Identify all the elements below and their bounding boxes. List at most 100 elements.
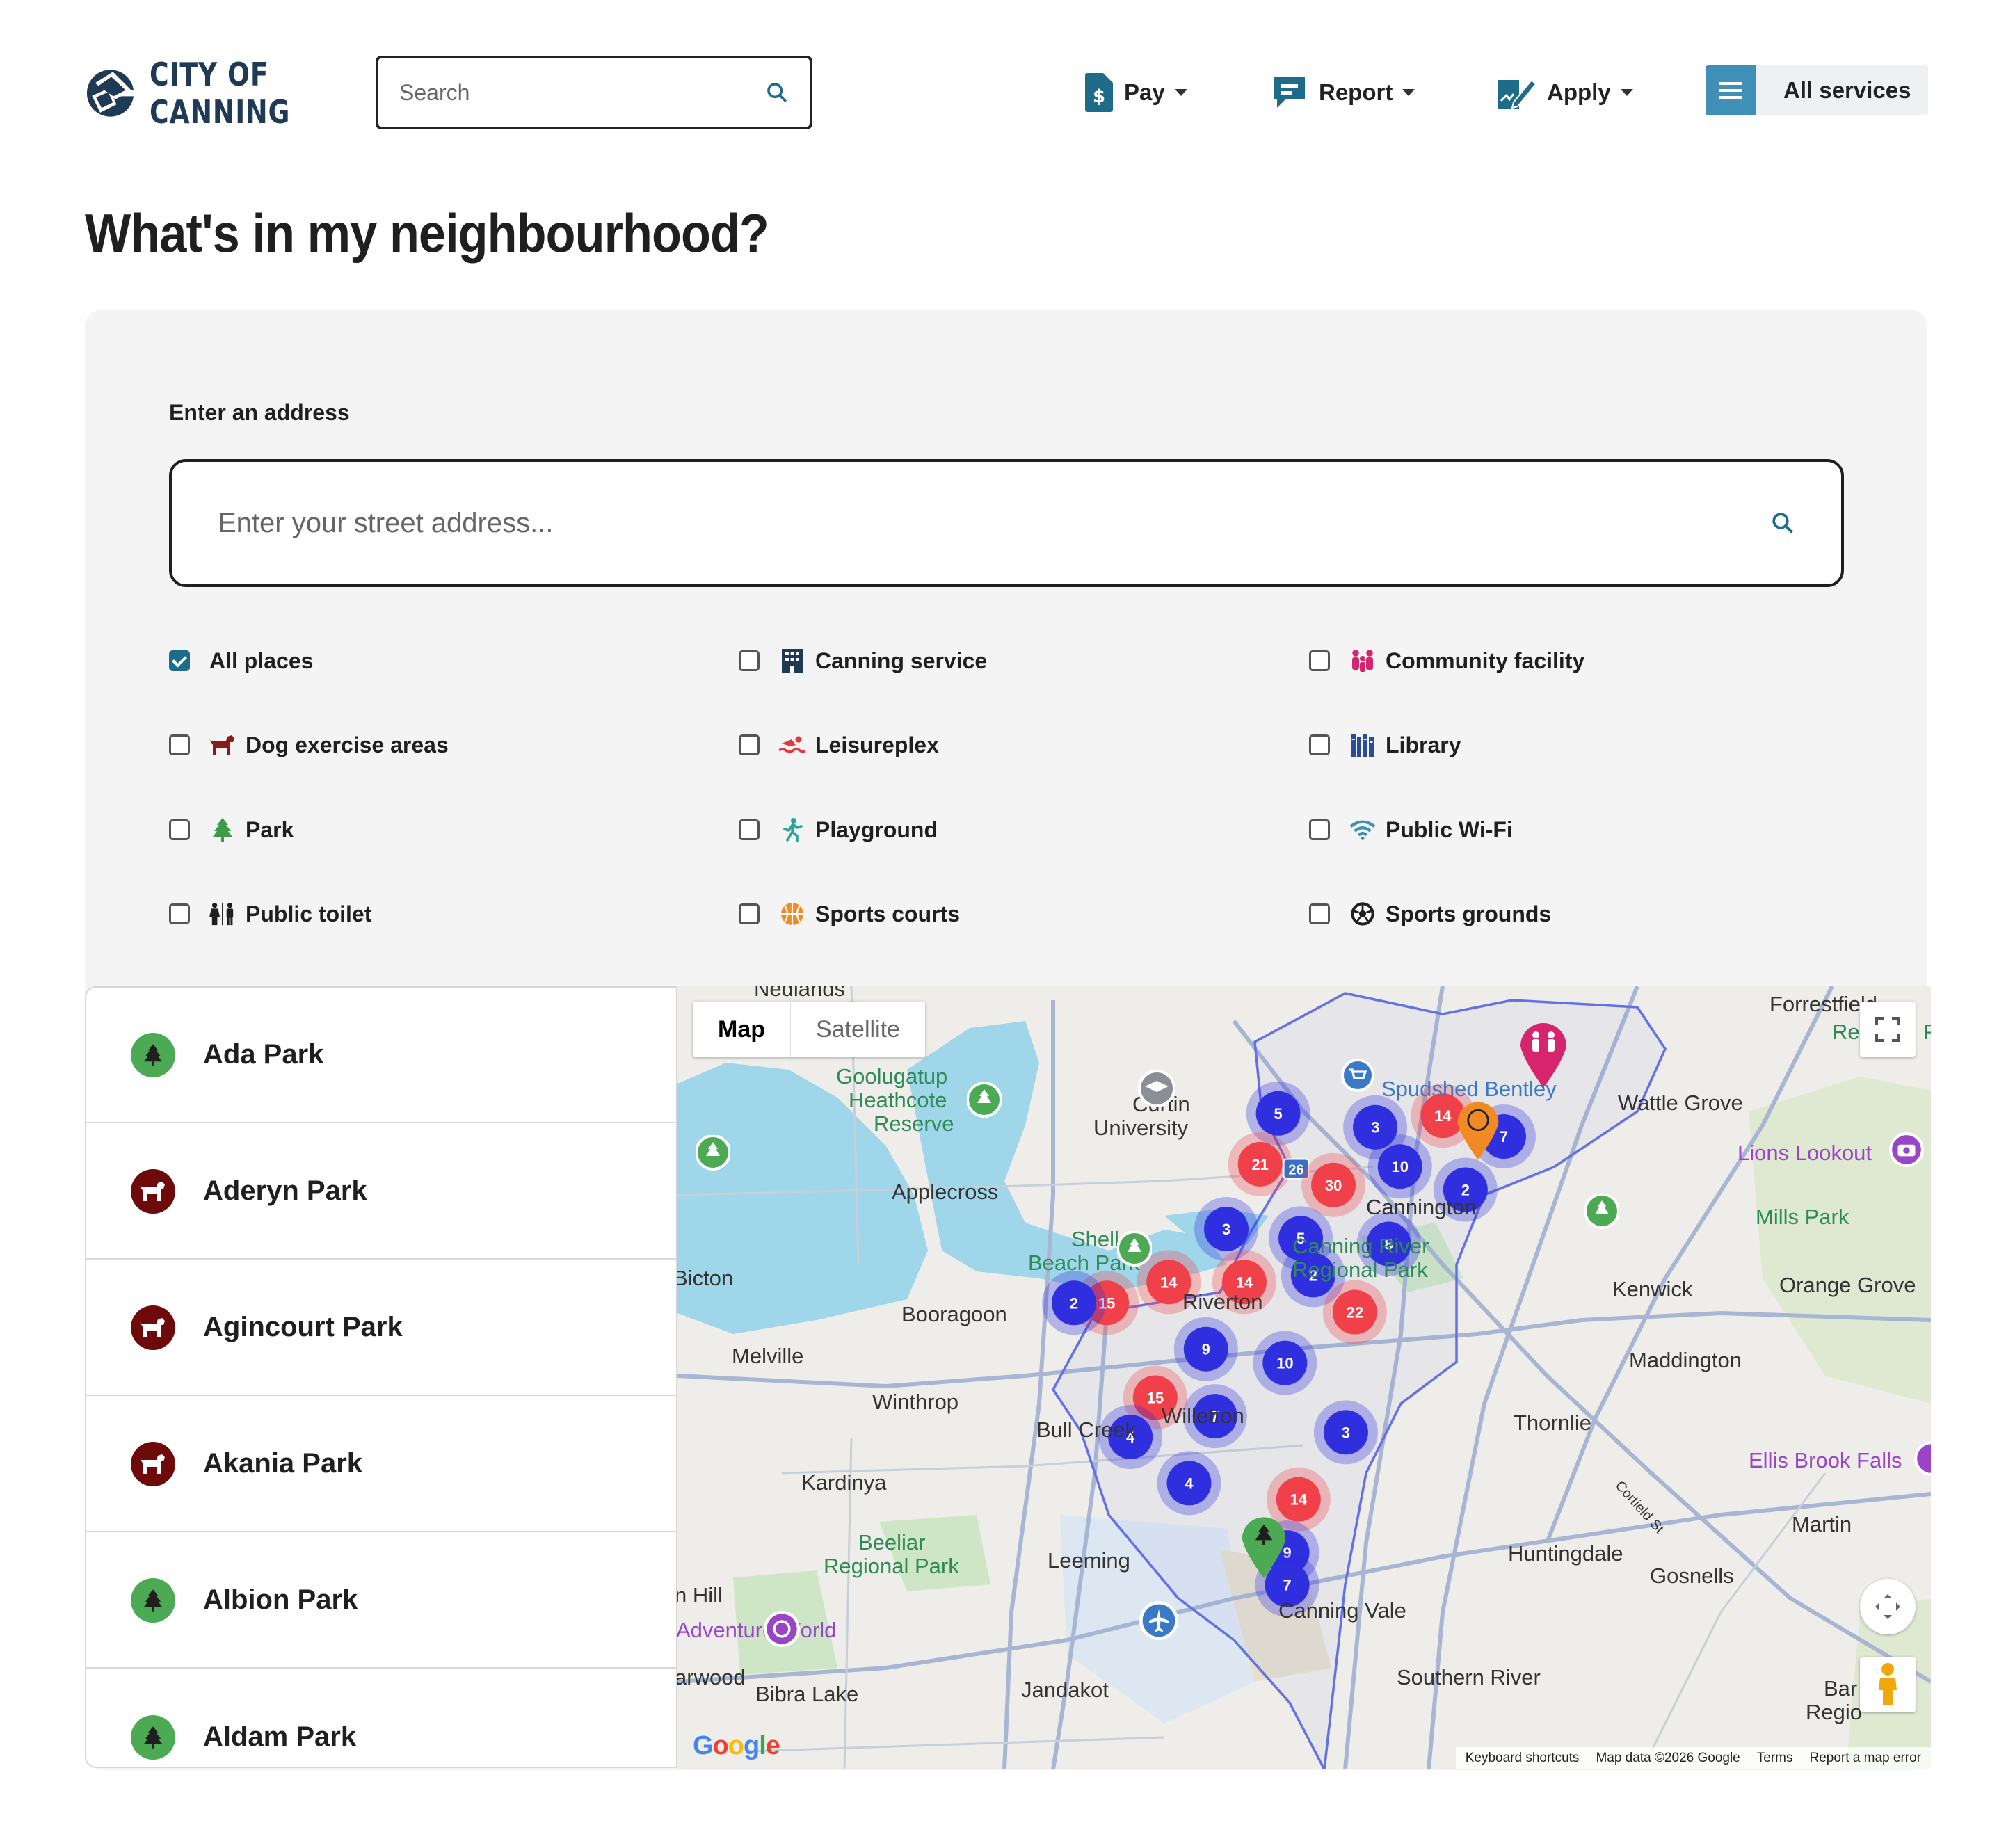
filter-leisureplex[interactable]: Leisureplex (739, 728, 939, 762)
cluster-count: 14 (1236, 1273, 1253, 1291)
map-label: Ellis Brook Falls (1749, 1448, 1902, 1472)
checkbox[interactable] (1309, 903, 1330, 924)
nav-report[interactable]: Report (1271, 71, 1415, 114)
report-map-error-link[interactable]: Report a map error (1809, 1751, 1921, 1766)
sports-courts-marker[interactable] (1455, 1098, 1501, 1160)
checkbox[interactable] (739, 819, 760, 840)
hamburger-menu-icon (1706, 65, 1756, 115)
checkbox[interactable] (1309, 734, 1330, 755)
airport-icon[interactable] (1139, 1601, 1178, 1640)
map[interactable]: 5 3 14 7 21 26 10 30 2 3 5 8 2 14 14 15 2 22 9 10 15 7 4 3 4 14 9 7… (677, 986, 1931, 1769)
chevron-down-icon (1174, 89, 1187, 96)
filter-label: Library (1386, 732, 1461, 757)
cluster-count: 30 (1325, 1177, 1342, 1194)
list-item[interactable]: Agincourt Park (86, 1260, 676, 1396)
cluster-count: 5 (1274, 1105, 1282, 1123)
map-label: Bibra Lake (755, 1682, 859, 1706)
city-of-canning-logo[interactable]: CITY OF CANNING (85, 45, 321, 142)
dog-icon (131, 1305, 175, 1350)
filter-dog-exercise-areas[interactable]: Dog exercise areas (169, 728, 449, 762)
list-item[interactable]: Akania Park (86, 1397, 676, 1532)
cluster-count: 10 (1392, 1158, 1409, 1175)
map-type-control[interactable]: Map Satellite (693, 1002, 925, 1057)
map-label: Bull Creek (1036, 1417, 1136, 1442)
place-name: Aldam Park (203, 1721, 357, 1752)
checkbox[interactable] (169, 903, 190, 924)
people-icon (1349, 648, 1376, 674)
tree-icon (209, 817, 236, 843)
cluster-count: 2 (1070, 1294, 1078, 1312)
park-marker[interactable] (1584, 1194, 1619, 1235)
street-view-pegman[interactable] (1860, 1657, 1916, 1712)
camera-control-button[interactable] (1860, 1579, 1916, 1634)
nav-pay-label: Pay (1124, 79, 1165, 105)
svg-text:$: $ (1093, 86, 1105, 107)
map-type-map-button[interactable]: Map (693, 1002, 791, 1057)
search-placeholder: Search (399, 79, 470, 105)
map-data-text: Map data ©2026 Google (1596, 1751, 1740, 1765)
park-marker[interactable] (1117, 1231, 1152, 1273)
tree-icon (131, 1577, 175, 1623)
map-label: Heathcote (849, 1088, 947, 1112)
filter-playground[interactable]: Playground (739, 812, 938, 847)
pay-document-icon: $ (1085, 73, 1113, 112)
cluster-count: 7 (1283, 1577, 1291, 1594)
search-icon[interactable] (1770, 511, 1795, 536)
map-label: n Hill (677, 1583, 723, 1607)
filter-label: Public Wi-Fi (1386, 817, 1513, 842)
all-services-button[interactable]: All services (1706, 65, 1928, 115)
filter-public-wifi[interactable]: Public Wi-Fi (1309, 812, 1513, 847)
nav-apply[interactable]: Apply (1497, 71, 1633, 114)
checkbox[interactable] (169, 734, 190, 755)
camera-icon[interactable] (1889, 1132, 1924, 1167)
checkbox[interactable] (1309, 819, 1330, 840)
checkbox[interactable] (739, 903, 760, 924)
map-label: Reserve (874, 1111, 954, 1136)
list-item[interactable]: Aldam Park (86, 1669, 676, 1767)
tree-icon (131, 1714, 175, 1760)
filter-library[interactable]: Library (1309, 728, 1461, 762)
terms-link[interactable]: Terms (1757, 1751, 1793, 1766)
fullscreen-button[interactable] (1860, 1002, 1916, 1057)
tree-icon (131, 1032, 175, 1077)
filter-canning-service[interactable]: Canning service (739, 643, 987, 678)
park-marker[interactable] (967, 1082, 1002, 1124)
filter-sports-courts[interactable]: Sports courts (739, 897, 960, 931)
filter-all-places[interactable]: All places (169, 643, 313, 678)
attraction-icon[interactable] (764, 1611, 800, 1647)
site-search-input[interactable]: Search (376, 56, 812, 129)
camera-icon[interactable] (1914, 1441, 1931, 1476)
nav-apply-label: Apply (1547, 79, 1611, 105)
shopping-cart-icon[interactable] (1341, 1059, 1374, 1092)
checkbox[interactable] (739, 734, 760, 755)
books-icon (1349, 732, 1376, 758)
community-facility-marker[interactable] (1518, 1018, 1569, 1088)
filter-park[interactable]: Park (169, 812, 294, 847)
checkbox[interactable] (169, 819, 190, 840)
filter-community-facility[interactable]: Community facility (1309, 643, 1584, 678)
map-type-satellite-button[interactable]: Satellite (791, 1002, 925, 1057)
address-input[interactable]: Enter your street address... (169, 459, 1844, 587)
checkbox[interactable] (1309, 650, 1330, 671)
list-item[interactable]: Albion Park (86, 1533, 676, 1669)
place-name: Aderyn Park (203, 1175, 367, 1206)
map-label: Kardinya (801, 1470, 887, 1495)
nav-pay[interactable]: $ Pay (1085, 71, 1187, 114)
basketball-icon (779, 901, 805, 927)
google-logo[interactable]: Google (693, 1731, 780, 1761)
park-marker[interactable] (696, 1135, 730, 1177)
list-item[interactable]: Ada Park (86, 988, 676, 1123)
filter-sports-grounds[interactable]: Sports grounds (1309, 897, 1551, 931)
filter-public-toilet[interactable]: Public toilet (169, 897, 371, 931)
search-icon[interactable] (765, 81, 789, 104)
university-icon[interactable] (1138, 1070, 1175, 1107)
map-label: Winthrop (872, 1390, 959, 1414)
toilet-icon (209, 901, 236, 927)
checkbox-checked[interactable] (169, 650, 190, 671)
park-marker[interactable] (1239, 1512, 1288, 1579)
places-list[interactable]: Ada Park Aderyn Park Agincourt Park Akan… (85, 986, 677, 1768)
checkbox[interactable] (739, 650, 760, 671)
cluster-count: 14 (1434, 1107, 1452, 1125)
keyboard-shortcuts-link[interactable]: Keyboard shortcuts (1466, 1751, 1580, 1766)
list-item[interactable]: Aderyn Park (86, 1124, 676, 1260)
